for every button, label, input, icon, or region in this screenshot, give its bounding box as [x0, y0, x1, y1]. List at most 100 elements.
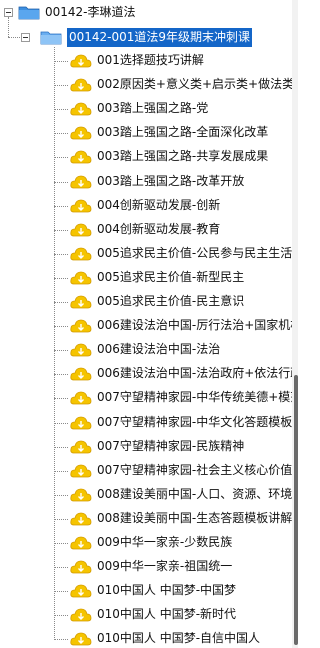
tree-item-label[interactable]: 009中华一家亲-祖国统一	[95, 557, 234, 576]
tree-line-branch	[54, 543, 68, 544]
tree-item-label[interactable]: 010中国人 中国梦-新时代	[95, 605, 238, 624]
cloud-folder-icon	[70, 488, 92, 502]
tree-item-label[interactable]: 003踏上强国之路-共享发展成果	[95, 147, 270, 166]
tree-line-branch	[54, 157, 68, 158]
cloud-folder-icon	[70, 271, 92, 285]
tree-item-label[interactable]: 003踏上强国之路-全面深化改革	[95, 123, 270, 142]
tree-item-label[interactable]: 005追求民主价值-新型民主	[95, 268, 246, 287]
tree-item[interactable]: 007守望精神家园-社会主义核心价值观	[0, 461, 298, 480]
tree-item[interactable]: 004创新驱动发展-创新	[0, 196, 292, 215]
tree-item[interactable]: 007守望精神家园-中华文化答题模板	[0, 413, 292, 432]
tree-item-label[interactable]: 003踏上强国之路-党	[95, 99, 210, 118]
tree-line-branch	[54, 182, 68, 183]
cloud-folder-icon	[70, 175, 92, 189]
tree-line-branch	[54, 61, 68, 62]
tree-item[interactable]: 007守望精神家园-中华传统美德+模范	[0, 388, 298, 407]
cloud-folder-icon	[70, 391, 92, 405]
tree-item[interactable]: 001选择题技巧讲解	[0, 51, 292, 70]
tree-line-branch	[54, 254, 68, 255]
tree-item-label[interactable]: 009中华一家亲-少数民族	[95, 533, 234, 552]
tree-item-label[interactable]: 010中国人 中国梦-自信中国人	[95, 629, 262, 648]
tree-item[interactable]: 009中华一家亲-少数民族	[0, 533, 292, 552]
tree-item-label[interactable]: 002原因类+意义类+启示类+做法类主	[95, 75, 298, 94]
tree-item[interactable]: 006建设法治中国-厉行法治+国家机构	[0, 316, 298, 335]
cloud-folder-icon	[70, 440, 92, 454]
tree-item-label[interactable]: 001选择题技巧讲解	[95, 51, 206, 70]
tree-item-label[interactable]: 004创新驱动发展-创新	[95, 196, 222, 215]
tree-line-branch	[54, 519, 68, 520]
tree-item-label[interactable]: 006建设法治中国-法治政府+依法行政	[95, 364, 298, 383]
cloud-folder-icon	[70, 536, 92, 550]
tree-item[interactable]: 010中国人 中国梦-中国梦	[0, 581, 292, 600]
root-folder-label[interactable]: 00142-李琳道法	[43, 3, 138, 22]
tree-line-branch	[54, 326, 68, 327]
cloud-folder-icon	[70, 247, 92, 261]
cloud-folder-icon	[70, 608, 92, 622]
tree-line-branch	[54, 350, 68, 351]
tree-node-root[interactable]: 00142-李琳道法	[0, 3, 200, 22]
tree-item[interactable]: 002原因类+意义类+启示类+做法类主	[0, 75, 298, 94]
tree-item[interactable]: 006建设法治中国-法治	[0, 340, 292, 359]
scrollbar-thumb[interactable]	[294, 375, 298, 645]
tree-line-branch	[54, 230, 68, 231]
tree-item-label[interactable]: 004创新驱动发展-教育	[95, 220, 222, 239]
cloud-folder-icon	[70, 560, 92, 574]
tree-line-branch	[54, 495, 68, 496]
tree-line-branch	[54, 471, 68, 472]
tree-item-label[interactable]: 005追求民主价值-民主意识	[95, 292, 246, 311]
collapse-toggle-subfolder[interactable]	[21, 33, 30, 42]
vertical-scrollbar[interactable]	[292, 0, 298, 648]
tree-item-label[interactable]: 008建设美丽中国-生态答题模板讲解	[95, 509, 294, 528]
tree-line-branch	[54, 278, 68, 279]
tree-item[interactable]: 004创新驱动发展-教育	[0, 220, 292, 239]
tree-line-branch	[54, 302, 68, 303]
file-tree: 00142-李琳道法 00142-001道法9年级期末冲刺课 001选择题技巧讲…	[0, 0, 298, 648]
cloud-folder-icon	[70, 78, 92, 92]
tree-item[interactable]: 005追求民主价值-新型民主	[0, 268, 292, 287]
tree-item[interactable]: 010中国人 中国梦-新时代	[0, 605, 292, 624]
tree-item[interactable]: 003踏上强国之路-改革开放	[0, 172, 292, 191]
tree-item-label[interactable]: 007守望精神家园-中华传统美德+模范	[95, 388, 298, 407]
tree-line-branch	[54, 85, 68, 86]
tree-line-branch	[54, 591, 68, 592]
tree-item[interactable]: 010中国人 中国梦-自信中国人	[0, 629, 292, 648]
tree-item-label[interactable]: 007守望精神家园-社会主义核心价值观	[95, 461, 298, 480]
tree-item-label[interactable]: 003踏上强国之路-改革开放	[95, 172, 246, 191]
tree-item[interactable]: 005追求民主价值-公民参与民主生活	[0, 244, 292, 263]
cloud-folder-icon	[70, 632, 92, 646]
cloud-folder-icon	[70, 416, 92, 430]
tree-item[interactable]: 008建设美丽中国-生态答题模板讲解	[0, 509, 292, 528]
tree-item[interactable]: 009中华一家亲-祖国统一	[0, 557, 292, 576]
subfolder-label[interactable]: 00142-001道法9年级期末冲刺课	[67, 28, 253, 47]
cloud-folder-icon	[70, 102, 92, 116]
cloud-folder-icon	[70, 343, 92, 357]
tree-item-label[interactable]: 006建设法治中国-厉行法治+国家机构	[95, 316, 298, 335]
tree-line-branch	[54, 447, 68, 448]
tree-item[interactable]: 003踏上强国之路-全面深化改革	[0, 123, 292, 142]
tree-item[interactable]: 003踏上强国之路-共享发展成果	[0, 147, 292, 166]
tree-item[interactable]: 006建设法治中国-法治政府+依法行政	[0, 364, 298, 383]
tree-item[interactable]: 005追求民主价值-民主意识	[0, 292, 292, 311]
cloud-folder-icon	[70, 319, 92, 333]
cloud-folder-icon	[70, 584, 92, 598]
tree-item-label[interactable]: 007守望精神家园-民族精神	[95, 437, 246, 456]
cloud-folder-icon	[70, 295, 92, 309]
tree-item[interactable]: 007守望精神家园-民族精神	[0, 437, 292, 456]
cloud-folder-icon	[70, 150, 92, 164]
collapse-toggle-root[interactable]	[4, 8, 13, 17]
tree-item-label[interactable]: 006建设法治中国-法治	[95, 340, 222, 359]
cloud-folder-icon	[70, 223, 92, 237]
tree-line-branch	[54, 374, 68, 375]
tree-item-label[interactable]: 008建设美丽中国-人口、资源、环境	[95, 485, 294, 504]
tree-item-label[interactable]: 005追求民主价值-公民参与民主生活	[95, 244, 294, 263]
tree-item-label[interactable]: 007守望精神家园-中华文化答题模板	[95, 413, 294, 432]
tree-line-branch	[54, 567, 68, 568]
tree-item[interactable]: 003踏上强国之路-党	[0, 99, 292, 118]
tree-item[interactable]: 008建设美丽中国-人口、资源、环境	[0, 485, 292, 504]
tree-node-subfolder[interactable]: 00142-001道法9年级期末冲刺课	[0, 28, 298, 47]
tree-line-branch	[54, 423, 68, 424]
tree-line-branch	[54, 109, 68, 110]
tree-line-branch	[54, 639, 68, 640]
tree-line-branch	[54, 615, 68, 616]
tree-item-label[interactable]: 010中国人 中国梦-中国梦	[95, 581, 238, 600]
